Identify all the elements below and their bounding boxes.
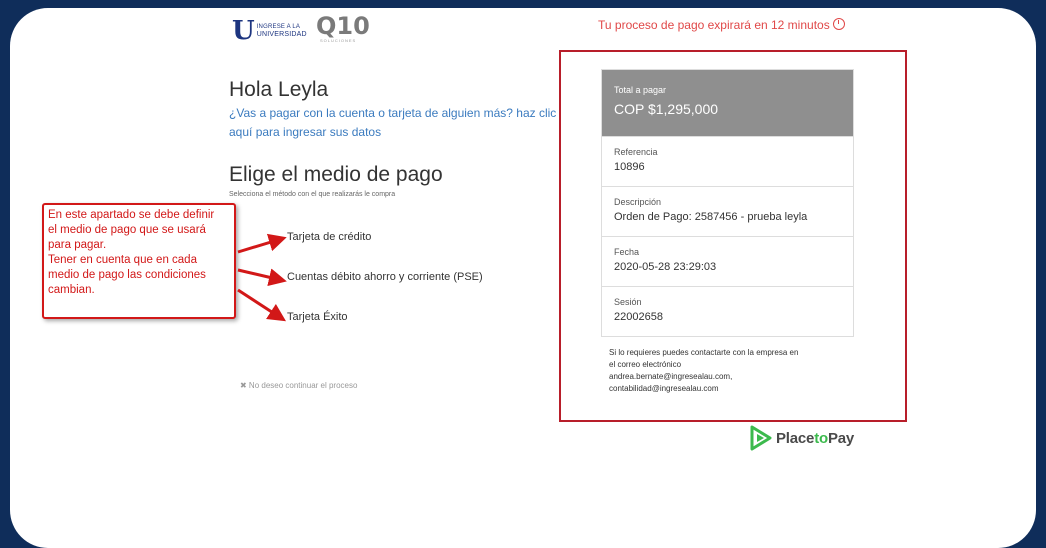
placetopay-logo: PlacetoPay (750, 425, 854, 451)
arrow-to-pse (237, 268, 287, 287)
contact-info: Si lo requieres puedes contactarte con l… (609, 347, 849, 395)
contact-email-1[interactable]: andrea.bernate@ingresealau.com, (609, 371, 849, 383)
summary-row-description: Descripción Orden de Pago: 2587456 - pru… (602, 186, 853, 236)
row-label: Referencia (614, 147, 658, 157)
row-label: Fecha (614, 247, 640, 257)
summary-row-date: Fecha 2020-05-28 23:29:03 (602, 236, 853, 286)
payment-summary-table: Total a pagar COP $1,295,000 Referencia … (601, 69, 854, 337)
summary-row-reference: Referencia 10896 (602, 136, 853, 186)
row-value: 2020-05-28 23:29:03 (614, 261, 717, 273)
total-value: COP $1,295,000 (614, 101, 719, 117)
row-value: 10896 (614, 161, 645, 173)
row-value: 22002658 (614, 311, 663, 323)
row-value: Orden de Pago: 2587456 - prueba leyla (614, 211, 808, 223)
placetopay-arrow-icon (750, 425, 772, 451)
brand-part-2: to (814, 429, 828, 447)
arrow-to-exito-card (237, 288, 287, 322)
summary-row-session: Sesión 22002658 (602, 286, 853, 336)
contact-text-1: Si lo requieres puedes contactarte con l… (609, 348, 799, 357)
contact-email-2[interactable]: contabilidad@ingresealau.com (609, 383, 849, 395)
brand-part-1: Place (776, 429, 815, 447)
contact-text-2: el correo electrónico (609, 360, 682, 369)
total-to-pay: Total a pagar COP $1,295,000 (602, 70, 853, 136)
brand-part-3: Pay (827, 429, 855, 447)
arrow-to-credit-card (237, 233, 287, 254)
row-label: Descripción (614, 197, 662, 207)
row-label: Sesión (614, 297, 642, 307)
total-label: Total a pagar (614, 85, 667, 95)
